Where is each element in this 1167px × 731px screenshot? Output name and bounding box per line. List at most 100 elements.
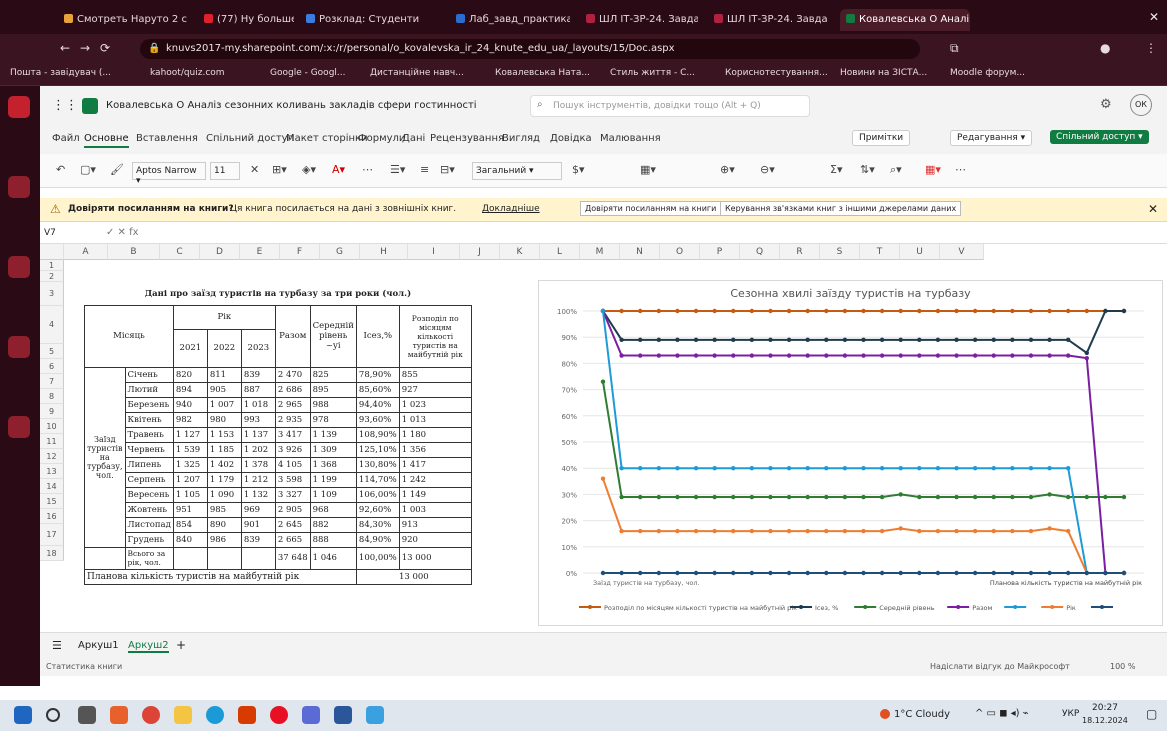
- data-point[interactable]: [619, 494, 624, 500]
- data-point[interactable]: [619, 308, 624, 314]
- data-point[interactable]: [1028, 528, 1034, 534]
- app-icon[interactable]: [110, 706, 128, 724]
- data-point[interactable]: [991, 528, 996, 534]
- data-point[interactable]: [991, 494, 996, 500]
- clipboard-icon[interactable]: ▢▾: [80, 163, 96, 176]
- data-point[interactable]: [805, 353, 810, 358]
- table-cell[interactable]: 840: [172, 531, 208, 548]
- table-cell[interactable]: 1 199: [309, 471, 357, 488]
- month-cell[interactable]: Червень: [124, 441, 174, 458]
- data-point[interactable]: [954, 337, 959, 343]
- table-cell[interactable]: 3 327: [274, 486, 311, 503]
- column-header[interactable]: T: [860, 244, 900, 260]
- table-cell[interactable]: 968: [309, 501, 357, 518]
- data-point[interactable]: [656, 494, 662, 500]
- browser-tab[interactable]: Смотреть Наруто 2 с: [58, 9, 190, 31]
- column-header[interactable]: J: [460, 244, 500, 260]
- settings-icon[interactable]: ⚙: [1100, 97, 1112, 112]
- data-point[interactable]: [935, 494, 941, 500]
- more-icon[interactable]: ⋯: [362, 163, 373, 176]
- data-point[interactable]: [786, 494, 792, 500]
- table-cell[interactable]: 905: [206, 381, 242, 398]
- data-point[interactable]: [749, 337, 755, 343]
- column-header[interactable]: M: [580, 244, 620, 260]
- column-header[interactable]: G: [320, 244, 360, 260]
- data-point[interactable]: [879, 337, 885, 343]
- data-point[interactable]: [842, 466, 848, 471]
- table-cell[interactable]: 94,40%: [355, 396, 400, 413]
- data-point[interactable]: [749, 308, 755, 314]
- table-cell[interactable]: 988: [309, 396, 357, 413]
- formula-input[interactable]: [150, 228, 1050, 240]
- font-size-select[interactable]: 11: [210, 162, 240, 180]
- row-header[interactable]: 4: [40, 306, 64, 344]
- data-point[interactable]: [786, 466, 792, 471]
- column-header[interactable]: C: [160, 244, 200, 260]
- tray-icons[interactable]: ^ ▭ ◼ ◂) ⌁: [975, 708, 1029, 719]
- table-cell[interactable]: 2 965: [274, 396, 311, 413]
- data-point[interactable]: [1121, 570, 1127, 576]
- data-point[interactable]: [861, 466, 866, 471]
- select-all-corner[interactable]: [40, 244, 64, 260]
- data-point[interactable]: [861, 353, 866, 358]
- app-shortcut-icon[interactable]: [8, 176, 30, 198]
- data-point[interactable]: [1047, 308, 1052, 314]
- column-header[interactable]: O: [660, 244, 700, 260]
- data-point[interactable]: [1010, 528, 1015, 534]
- learn-more-link[interactable]: Докладніше: [482, 204, 540, 214]
- data-point[interactable]: [786, 570, 792, 576]
- data-point[interactable]: [675, 570, 680, 576]
- data-point[interactable]: [712, 337, 717, 343]
- data-point[interactable]: [898, 337, 903, 343]
- data-point[interactable]: [991, 353, 996, 358]
- data-point[interactable]: [805, 308, 810, 314]
- table-cell[interactable]: 130,80%: [355, 456, 400, 473]
- table-cell[interactable]: 969: [240, 501, 276, 518]
- data-point[interactable]: [1065, 494, 1071, 500]
- table-cell[interactable]: 839: [240, 366, 276, 383]
- browser-tab[interactable]: Розклад: Студенти: [300, 9, 440, 31]
- table-cell[interactable]: 1 153: [206, 426, 242, 443]
- menu-icon[interactable]: ⋮: [1145, 41, 1157, 55]
- column-header[interactable]: R: [780, 244, 820, 260]
- table-cell[interactable]: 913: [398, 516, 472, 533]
- data-point[interactable]: [731, 337, 736, 343]
- ribbon-tab[interactable]: Довідка: [550, 133, 592, 144]
- data-point[interactable]: [1010, 570, 1015, 576]
- align-icon[interactable]: ☰▾: [390, 163, 405, 176]
- data-point[interactable]: [749, 570, 755, 576]
- data-point[interactable]: [917, 466, 922, 471]
- data-point[interactable]: [991, 308, 996, 314]
- search-icon[interactable]: [46, 708, 60, 722]
- series-line[interactable]: [602, 310, 1124, 355]
- data-point[interactable]: [675, 466, 680, 471]
- merge-icon[interactable]: ⊟▾: [440, 163, 455, 176]
- table-cell[interactable]: 1 023: [398, 396, 472, 413]
- data-point[interactable]: [954, 494, 959, 500]
- data-point[interactable]: [991, 570, 996, 576]
- manage-links-button[interactable]: Керування зв'язками книг з іншими джерел…: [720, 201, 962, 216]
- data-point[interactable]: [693, 308, 699, 314]
- data-point[interactable]: [749, 528, 755, 534]
- data-point[interactable]: [1028, 337, 1034, 343]
- row-header[interactable]: 8: [40, 389, 64, 404]
- data-point[interactable]: [638, 353, 643, 358]
- close-window-icon[interactable]: ✕: [1149, 10, 1159, 24]
- data-point[interactable]: [693, 353, 699, 358]
- data-point[interactable]: [768, 494, 773, 500]
- data-point[interactable]: [1010, 308, 1015, 314]
- data-point[interactable]: [731, 570, 736, 576]
- app2-icon[interactable]: [302, 706, 320, 724]
- data-point[interactable]: [1047, 353, 1052, 358]
- data-point[interactable]: [1084, 570, 1089, 576]
- data-point[interactable]: [842, 337, 848, 343]
- data-point[interactable]: [898, 570, 903, 576]
- table-cell[interactable]: 1 127: [172, 426, 208, 443]
- data-point[interactable]: [1047, 570, 1052, 576]
- notifications-icon[interactable]: ▢: [1146, 707, 1157, 721]
- data-point[interactable]: [749, 353, 755, 358]
- month-cell[interactable]: Листопад: [124, 516, 174, 533]
- month-cell[interactable]: Грудень: [124, 531, 174, 548]
- data-point[interactable]: [842, 570, 848, 576]
- app-shortcut-icon[interactable]: [8, 416, 30, 438]
